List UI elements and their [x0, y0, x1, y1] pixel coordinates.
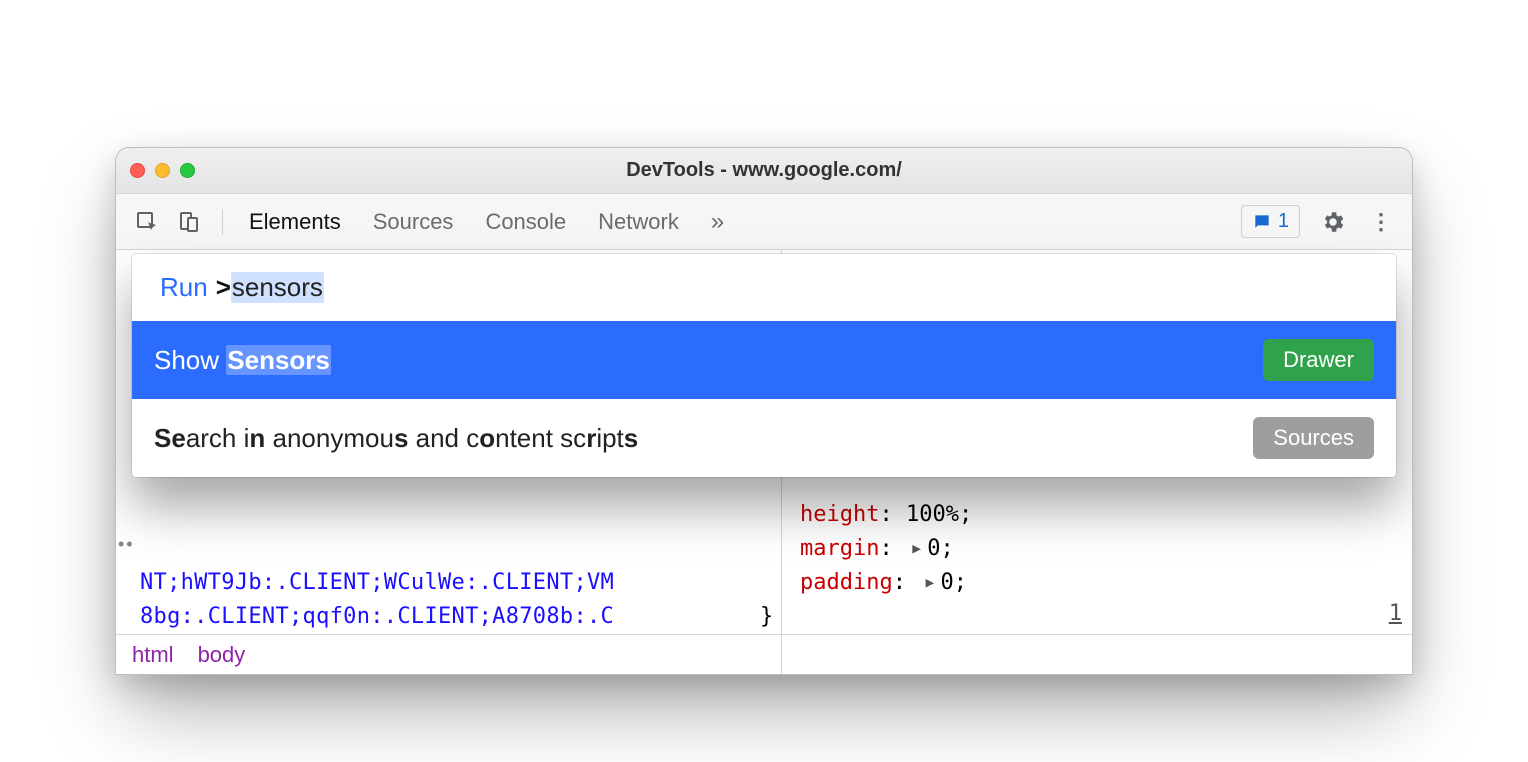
issues-icon: [1252, 212, 1272, 232]
command-category-pill: Sources: [1253, 417, 1374, 459]
device-toggle-icon[interactable]: [174, 207, 204, 237]
kebab-menu-icon[interactable]: ⋮: [1366, 207, 1396, 237]
devtools-window: DevTools - www.google.com/ Elements Sour…: [115, 147, 1413, 675]
issues-count: 1: [1278, 210, 1289, 233]
css-rules: height: 100%;margin: ▸0;padding: ▸0;}: [800, 498, 972, 634]
more-tabs-icon[interactable]: »: [709, 208, 726, 236]
command-item[interactable]: Search in anonymous and content scriptsS…: [132, 399, 1396, 477]
separator: [222, 209, 223, 235]
line-indicator: 1: [1389, 601, 1402, 626]
command-item[interactable]: Show SensorsDrawer: [132, 321, 1396, 399]
devtools-toolbar: Elements Sources Console Network » 1 ⋮: [116, 194, 1412, 250]
tab-console[interactable]: Console: [483, 209, 568, 235]
command-menu: Run >sensors Show SensorsDrawerSearch in…: [132, 254, 1396, 477]
tab-elements[interactable]: Elements: [247, 209, 343, 235]
breadcrumb-html[interactable]: html: [132, 642, 174, 668]
command-query: sensors: [231, 272, 324, 303]
issues-button[interactable]: 1: [1241, 205, 1300, 238]
breadcrumb: html body: [116, 634, 781, 674]
window-title: DevTools - www.google.com/: [116, 159, 1412, 182]
inspect-element-icon[interactable]: [132, 207, 162, 237]
tab-sources[interactable]: Sources: [371, 209, 456, 235]
run-label: Run: [160, 272, 208, 303]
styles-footer: [782, 634, 1412, 674]
command-prefix: >: [216, 272, 231, 303]
panel-tabs: Elements Sources Console Network »: [247, 208, 726, 236]
command-input-row[interactable]: Run >sensors: [132, 254, 1396, 321]
command-category-pill: Drawer: [1263, 339, 1374, 381]
breadcrumb-body[interactable]: body: [198, 642, 246, 668]
dom-snippet: NT;hWT9Jb:.CLIENT;WCulWe:.CLIENT;VM 8bg:…: [140, 566, 781, 634]
gear-icon[interactable]: [1318, 207, 1348, 237]
tab-network[interactable]: Network: [596, 209, 681, 235]
titlebar: DevTools - www.google.com/: [116, 148, 1412, 194]
resize-handle-icon[interactable]: ••: [118, 534, 135, 555]
